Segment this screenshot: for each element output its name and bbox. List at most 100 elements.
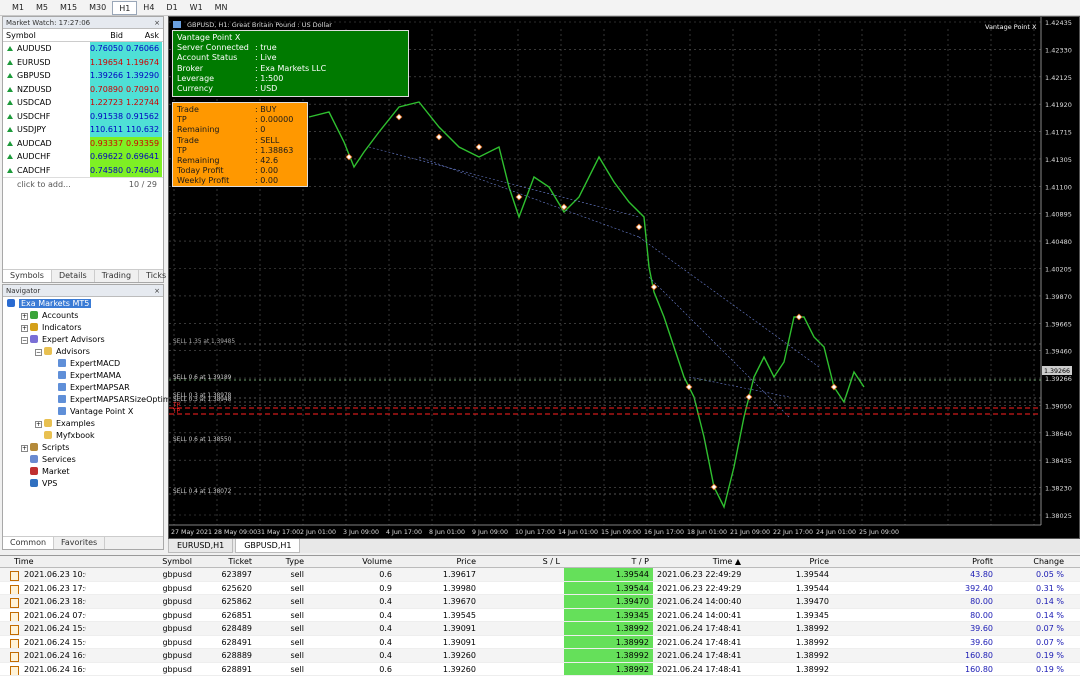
chart-tab[interactable]: EURUSD,H1 — [168, 539, 233, 553]
table-row[interactable]: 2021.06.23 18:00:00gbpusd625862sell0.41.… — [0, 595, 1080, 609]
bid-price: 1.19654 — [90, 56, 126, 70]
timeframe-w1[interactable]: W1 — [184, 1, 209, 15]
table-row[interactable]: 2021.06.23 10:00:00gbpusd623897sell0.61.… — [0, 568, 1080, 582]
table-cell: 1.39670 — [396, 595, 480, 608]
column-symbol[interactable]: Symbol — [3, 29, 90, 41]
market-watch-row[interactable]: USDCHF0.915380.91562 — [3, 110, 163, 124]
market-watch-row[interactable]: USDCAD1.227231.22744 — [3, 96, 163, 110]
info-key: Currency — [177, 84, 255, 94]
market-watch-row[interactable]: CADCHF0.745800.74604 — [3, 164, 163, 178]
nav-item-myfxbook[interactable]: Myfxbook — [3, 430, 163, 442]
price-tick-label: 1.39050 — [1045, 402, 1072, 410]
table-row[interactable]: 2021.06.24 07:02:28gbpusd626851sell0.41.… — [0, 609, 1080, 623]
column-header[interactable]: Change — [997, 556, 1068, 567]
nav-item-vantage-point-x[interactable]: Vantage Point X — [3, 406, 163, 418]
nav-item-expert-advisors[interactable]: −Expert Advisors — [3, 334, 163, 346]
market-watch-row[interactable]: AUDCHF0.696220.69641 — [3, 150, 163, 164]
market-watch-row[interactable]: USDJPY110.611110.632 — [3, 123, 163, 137]
nav-item-expertmapsarsizeoptimize[interactable]: ExpertMAPSARSizeOptimize — [3, 394, 163, 406]
column-header[interactable]: Time ▲ — [653, 556, 745, 567]
column-header[interactable]: Time — [0, 556, 86, 567]
table-cell: 2021.06.24 14:00:41 — [653, 609, 745, 622]
accounts-icon — [30, 311, 38, 319]
table-cell — [480, 663, 564, 676]
nav-item-advisors[interactable]: −Advisors — [3, 346, 163, 358]
expand-toggle-icon[interactable]: + — [21, 325, 28, 332]
column-header[interactable]: Symbol — [86, 556, 196, 567]
table-row[interactable]: 2021.06.24 15:00:01gbpusd628491sell0.41.… — [0, 636, 1080, 650]
market-watch-header: Market Watch: 17:27:06 × — [3, 17, 163, 29]
nav-item-indicators[interactable]: +Indicators — [3, 322, 163, 334]
column-header[interactable]: Price — [745, 556, 833, 567]
bid-price: 1.39266 — [90, 69, 126, 83]
trade-history-table: TimeSymbolTicketTypeVolumePriceS / LT / … — [0, 555, 1080, 675]
market-watch-row[interactable]: NZDUSD0.708900.70910 — [3, 83, 163, 97]
add-symbol-row[interactable]: click to add... 10 / 29 — [3, 177, 163, 190]
timeframe-mn[interactable]: MN — [209, 1, 234, 15]
market-watch-row[interactable]: AUDCAD0.933370.93359 — [3, 137, 163, 151]
column-header[interactable]: T / P — [564, 556, 653, 567]
expand-toggle-icon[interactable]: + — [35, 421, 42, 428]
close-icon[interactable]: × — [154, 285, 160, 297]
table-cell: 1.39091 — [396, 622, 480, 635]
expand-toggle-icon[interactable]: − — [35, 349, 42, 356]
table-row[interactable]: 2021.06.24 15:00:01gbpusd628489sell0.41.… — [0, 622, 1080, 636]
market-watch-row[interactable]: AUDUSD0.760500.76066 — [3, 42, 163, 56]
column-header[interactable]: Type — [256, 556, 308, 567]
nav-item-expertmacd[interactable]: ExpertMACD — [3, 358, 163, 370]
table-row[interactable]: 2021.06.24 16:00:01gbpusd628891sell0.61.… — [0, 663, 1080, 676]
nav-item-services[interactable]: Services — [3, 454, 163, 466]
timeframe-m30[interactable]: M30 — [83, 1, 112, 15]
table-row[interactable]: 2021.06.23 17:00:00gbpusd625620sell0.91.… — [0, 582, 1080, 596]
table-cell: 2021.06.23 22:49:29 — [653, 582, 745, 595]
column-ask[interactable]: Ask — [126, 29, 162, 41]
timeframe-m15[interactable]: M15 — [54, 1, 83, 15]
column-header[interactable]: Profit — [833, 556, 997, 567]
nav-item-expertmapsar[interactable]: ExpertMAPSAR — [3, 382, 163, 394]
table-cell: gbpusd — [86, 649, 196, 662]
column-header[interactable]: Price — [396, 556, 480, 567]
nav-item-market[interactable]: Market — [3, 466, 163, 478]
market-watch-tabs: SymbolsDetailsTradingTicks — [3, 269, 163, 282]
column-header[interactable]: Volume — [308, 556, 396, 567]
expert-icon — [58, 371, 66, 379]
timeframe-h1[interactable]: H1 — [112, 1, 137, 15]
nav-item-examples[interactable]: +Examples — [3, 418, 163, 430]
market-watch-row[interactable]: GBPUSD1.392661.39290 — [3, 69, 163, 83]
table-row[interactable]: 2021.06.24 16:00:00gbpusd628889sell0.41.… — [0, 649, 1080, 663]
info-line: Remaining: 42.6 — [177, 156, 303, 166]
tab-common[interactable]: Common — [3, 537, 54, 549]
nav-item-exa-markets-mt5[interactable]: Exa Markets MT5 — [3, 298, 163, 310]
close-icon[interactable]: × — [154, 17, 160, 29]
timeframe-h4[interactable]: H4 — [137, 1, 160, 15]
add-symbol-label[interactable]: click to add... — [17, 178, 71, 190]
nav-item-scripts[interactable]: +Scripts — [3, 442, 163, 454]
time-tick-label: 2 Jun 01:00 — [300, 529, 336, 536]
price-tick-label: 1.40895 — [1045, 211, 1072, 219]
nav-item-vps[interactable]: VPS — [3, 478, 163, 490]
timeframe-m1[interactable]: M1 — [6, 1, 30, 15]
column-header[interactable]: Ticket — [196, 556, 256, 567]
market-watch-row[interactable]: EURUSD1.196541.19674 — [3, 56, 163, 70]
nav-item-accounts[interactable]: +Accounts — [3, 310, 163, 322]
info-key: Remaining — [177, 156, 255, 166]
chart-tab[interactable]: GBPUSD,H1 — [235, 539, 300, 553]
tab-symbols[interactable]: Symbols — [3, 270, 52, 282]
time-tick-label: 18 Jun 01:00 — [687, 529, 727, 536]
expand-toggle-icon[interactable]: − — [21, 337, 28, 344]
column-bid[interactable]: Bid — [90, 29, 126, 41]
expand-toggle-icon[interactable]: + — [21, 313, 28, 320]
tab-favorites[interactable]: Favorites — [54, 537, 105, 549]
column-header[interactable]: S / L — [480, 556, 564, 567]
table-cell: 1.38992 — [564, 636, 653, 649]
platform-icon — [7, 299, 15, 307]
tab-trading[interactable]: Trading — [95, 270, 139, 282]
expand-toggle-icon[interactable]: + — [21, 445, 28, 452]
time-tick-label: 4 Jun 17:00 — [386, 529, 422, 536]
timeframe-m5[interactable]: M5 — [30, 1, 54, 15]
nav-item-expertmama[interactable]: ExpertMAMA — [3, 370, 163, 382]
timeframe-d1[interactable]: D1 — [160, 1, 183, 15]
info-line: TP: 1.38863 — [177, 146, 303, 156]
tab-details[interactable]: Details — [52, 270, 95, 282]
bid-price: 0.74580 — [90, 164, 126, 178]
